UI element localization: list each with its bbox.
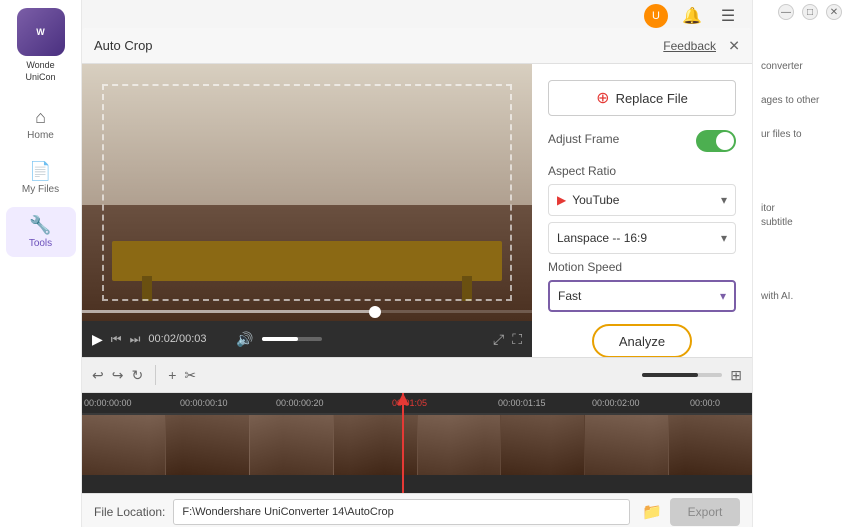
aspect-ratio-label: Aspect Ratio [548, 164, 736, 178]
myfiles-icon: 📄 [29, 161, 51, 182]
timeline-ruler: 00:00:00:00 00:00:00:10 00:00:00:20 00:0… [82, 393, 752, 413]
zoom-fill [642, 373, 698, 377]
user-avatar[interactable]: U [644, 4, 668, 28]
ruler-tick-6: 00:00:0 [690, 398, 720, 408]
volume-fill [262, 337, 298, 341]
toolbar-right: ⊞ [642, 367, 742, 384]
motion-speed-label: Motion Speed [548, 260, 736, 274]
export-button[interactable]: Export [670, 498, 740, 526]
ruler-tick-2: 00:00:00:20 [276, 398, 324, 408]
controls-area: ⊕ Replace File Adjust Frame Aspect Ratio… [532, 64, 752, 324]
fullscreen-icon2[interactable]: ⛶ [512, 331, 522, 348]
right-panel-text5: with AI. [761, 290, 842, 304]
sidebar-item-myfiles-label: My Files [22, 184, 59, 195]
youtube-icon: ▶ [557, 193, 566, 207]
analyze-button[interactable]: Analyze [592, 324, 692, 358]
landscape-dropdown-arrow: ▾ [721, 231, 727, 245]
logo-text: W [36, 27, 45, 38]
timeline-bottom [82, 475, 752, 493]
zoom-fit-icon[interactable]: ⊞ [730, 367, 742, 384]
minimize-button[interactable]: — [778, 4, 794, 20]
menu-icon[interactable]: ☰ [716, 4, 740, 28]
landscape-option-label: Lanspace -- 16:9 [557, 231, 647, 245]
video-area [82, 64, 532, 321]
window-topbar: U 🔔 ☰ — □ ✕ [0, 0, 850, 28]
youtube-dropdown-arrow: ▾ [721, 193, 727, 207]
play-button[interactable]: ▶ [92, 331, 103, 348]
progress-handle[interactable] [369, 306, 381, 318]
timeline-playhead [402, 393, 404, 493]
next-button[interactable]: ⏭ [130, 332, 141, 347]
file-location-bar: File Location: 📁 Export [82, 493, 752, 527]
video-strip [82, 415, 752, 475]
playback-bar: ▶ ⏮ ⏭ 00:02/00:03 🔊 ⤢ ⛶ [82, 321, 532, 357]
youtube-dropdown[interactable]: ▶ YouTube ▾ [548, 184, 736, 216]
zoom-slider[interactable] [642, 373, 722, 377]
sidebar-item-myfiles[interactable]: 📄 My Files [6, 153, 76, 203]
motion-speed-value: Fast [558, 289, 581, 303]
redo-button[interactable]: ↪ [112, 367, 124, 384]
adjust-frame-toggle[interactable] [696, 130, 736, 152]
panel-titlebar: Auto Crop Feedback ✕ [82, 28, 752, 64]
motion-speed-dropdown[interactable]: Fast ▾ [548, 280, 736, 312]
replace-file-label: Replace File [616, 91, 688, 106]
cut-button[interactable]: ✂ [184, 367, 196, 384]
replace-icon: ⊕ [596, 88, 609, 108]
timeline-toolbar: ↩ ↪ ↻ + ✂ ⊞ [82, 357, 752, 393]
home-icon: ⌂ [35, 107, 46, 128]
tools-icon: 🔧 [29, 215, 51, 236]
sidebar-item-tools-label: Tools [29, 238, 52, 249]
refresh-button[interactable]: ↻ [131, 367, 143, 384]
window-controls: — □ ✕ [778, 4, 842, 20]
sidebar-item-home-label: Home [27, 130, 54, 141]
maximize-button[interactable]: □ [802, 4, 818, 20]
header-icons: U 🔔 ☰ [644, 4, 740, 28]
undo-button[interactable]: ↩ [92, 367, 104, 384]
right-panel: converter ages to other ur files to itor… [752, 0, 850, 527]
sidebar-item-tools[interactable]: 🔧 Tools [6, 207, 76, 257]
right-panel-text4: itor subtitle [761, 202, 842, 230]
time-display: 00:02/00:03 [148, 333, 228, 345]
toolbar-separator [155, 365, 156, 385]
fullscreen-controls: ⤢ ⛶ [493, 331, 522, 348]
sidebar-item-home[interactable]: ⌂ Home [6, 99, 76, 149]
volume-slider[interactable] [262, 337, 322, 341]
folder-icon[interactable]: 📁 [642, 502, 662, 522]
landscape-dropdown[interactable]: Lanspace -- 16:9 ▾ [548, 222, 736, 254]
right-panel-text1: converter [761, 60, 842, 74]
sidebar: W Wonde UniCon ⌂ Home 📄 My Files 🔧 Tools [0, 0, 82, 527]
adjust-frame-label: Adjust Frame [548, 132, 619, 146]
right-panel-text2: ages to other [761, 94, 842, 108]
ruler-tick-5: 00:00:02:00 [592, 398, 640, 408]
file-location-label: File Location: [94, 505, 165, 519]
fullscreen-icon1[interactable]: ⤢ [493, 331, 504, 348]
panel-title: Auto Crop [94, 38, 153, 53]
add-button[interactable]: + [168, 367, 176, 383]
bell-icon[interactable]: 🔔 [680, 4, 704, 28]
youtube-option-label: YouTube [572, 193, 619, 207]
adjust-frame-row: Adjust Frame [548, 130, 736, 152]
replace-file-button[interactable]: ⊕ Replace File [548, 80, 736, 116]
file-location-input[interactable] [173, 499, 630, 525]
feedback-link[interactable]: Feedback [663, 39, 716, 53]
video-progress-fill [82, 310, 375, 313]
analyze-label: Analyze [619, 334, 665, 349]
prev-button[interactable]: ⏮ [111, 332, 122, 347]
panel-close-button[interactable]: ✕ [728, 37, 740, 54]
app-name: Wonde UniCon [25, 60, 55, 83]
motion-dropdown-arrow: ▾ [720, 289, 726, 303]
ruler-tick-0: 00:00:00:00 [84, 398, 132, 408]
video-progress-bg [82, 310, 532, 313]
crop-overlay [102, 84, 512, 301]
close-window-button[interactable]: ✕ [826, 4, 842, 20]
ruler-tick-1: 00:00:00:10 [180, 398, 228, 408]
autocrop-panel: Auto Crop Feedback ✕ ⊕ Replace File Adju [82, 28, 752, 527]
right-panel-text3: ur files to [761, 128, 842, 142]
timeline-track: 00:00:00:00 00:00:00:10 00:00:00:20 00:0… [82, 393, 752, 493]
ruler-tick-3: 00:01:05 [392, 398, 427, 408]
ruler-tick-4: 00:00:01:15 [498, 398, 546, 408]
export-label: Export [688, 505, 723, 519]
volume-icon[interactable]: 🔊 [236, 331, 253, 348]
